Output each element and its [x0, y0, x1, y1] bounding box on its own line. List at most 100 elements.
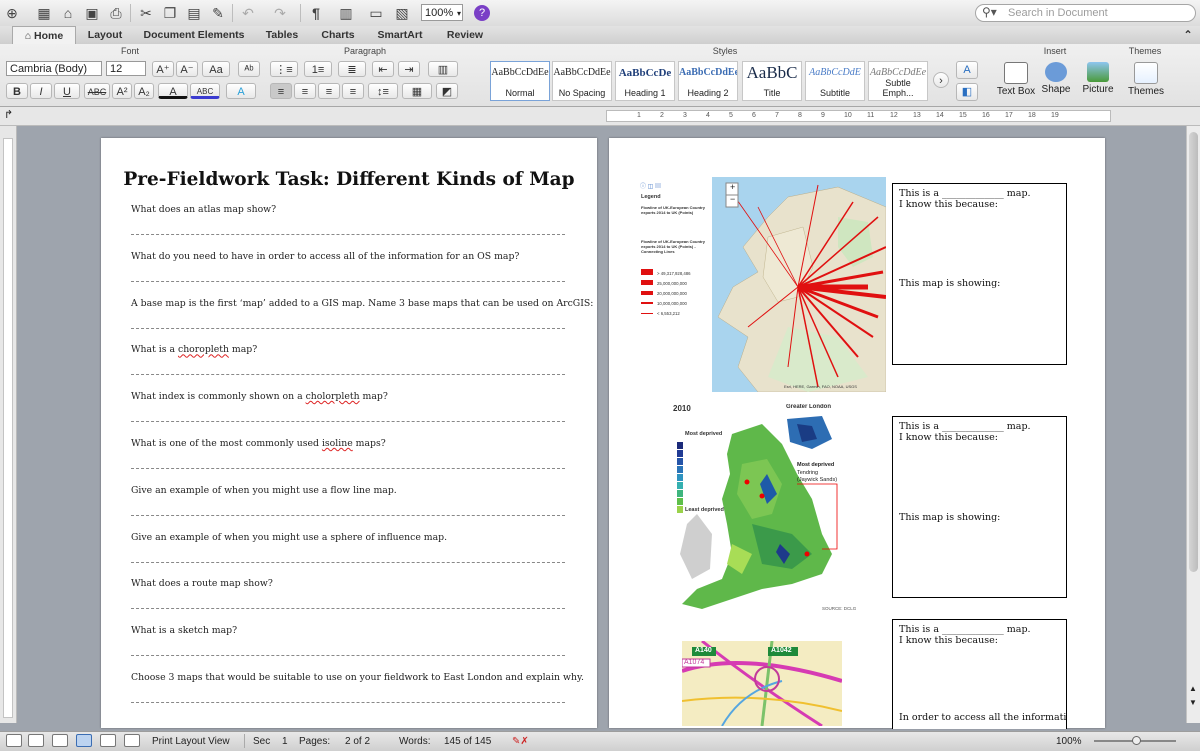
- grow-font-icon[interactable]: A⁺: [152, 61, 174, 77]
- toolbox-icon[interactable]: ▭: [366, 3, 386, 23]
- ribbon-collapse-icon[interactable]: ⌃: [1180, 26, 1196, 44]
- undo-icon[interactable]: ↶: [238, 3, 258, 23]
- superscript-button[interactable]: A²: [112, 83, 132, 99]
- answer-line[interactable]: [131, 561, 565, 563]
- vertical-ruler[interactable]: [3, 138, 13, 718]
- align-left-icon[interactable]: ≡: [270, 83, 292, 99]
- document-page-1[interactable]: Pre-Fieldwork Task: Different Kinds of M…: [101, 138, 597, 728]
- save-icon[interactable]: ▣: [82, 3, 102, 23]
- help-icon[interactable]: ?: [474, 5, 490, 21]
- misspelled-word[interactable]: cholorpleth: [306, 391, 360, 402]
- redo-icon[interactable]: ↷: [270, 3, 290, 23]
- shading-icon[interactable]: ◩: [436, 83, 458, 99]
- answer-line[interactable]: [131, 234, 565, 235]
- style-pane-icon[interactable]: A: [956, 61, 978, 79]
- scroll-up-icon[interactable]: ▲: [1189, 684, 1197, 693]
- cut-icon[interactable]: ✂: [136, 3, 156, 23]
- new-document-icon[interactable]: ⊕: [2, 3, 22, 23]
- vertical-scrollbar[interactable]: ▲ ▼: [1186, 126, 1200, 723]
- answer-line[interactable]: [131, 421, 565, 423]
- answer-line[interactable]: [131, 374, 565, 376]
- format-painter-icon[interactable]: ✎: [208, 3, 228, 23]
- strikethrough-button[interactable]: ABC: [84, 83, 110, 99]
- answer-line[interactable]: [131, 514, 565, 516]
- underline-button[interactable]: U: [54, 83, 80, 99]
- shrink-font-icon[interactable]: A⁻: [176, 61, 198, 77]
- styles-scroll-icon[interactable]: ›: [933, 72, 949, 88]
- columns-icon[interactable]: ▥: [428, 61, 458, 77]
- style-subtitle[interactable]: AaBbCcDdE Subtitle: [805, 61, 865, 101]
- search-input[interactable]: ⚲▾ Search in Document: [975, 4, 1196, 22]
- misspelled-word[interactable]: isoline: [322, 438, 353, 449]
- insert-text-box-button[interactable]: Text Box: [994, 62, 1038, 102]
- print-layout-view-icon[interactable]: [76, 734, 92, 747]
- answer-line[interactable]: [131, 468, 565, 469]
- borders-icon[interactable]: ▦: [402, 83, 432, 99]
- bold-button[interactable]: B: [6, 83, 28, 99]
- paste-icon[interactable]: ▤: [184, 3, 204, 23]
- style-normal[interactable]: AaBbCcDdEe Normal: [490, 61, 550, 101]
- misspelled-word[interactable]: choropleth: [178, 344, 229, 355]
- outline-view-icon[interactable]: [28, 734, 44, 747]
- sidebar-icon[interactable]: ▥: [336, 3, 356, 23]
- full-screen-view-icon[interactable]: [124, 734, 140, 747]
- bullets-icon[interactable]: ⋮≡: [270, 61, 298, 77]
- italic-button[interactable]: I: [30, 83, 52, 99]
- document-page-2[interactable]: + − ⓘ ◫ ▤ Legend Flowline of UK-European…: [609, 138, 1105, 729]
- highlight-icon[interactable]: ABC: [190, 83, 220, 99]
- insert-shape-button[interactable]: Shape: [1034, 62, 1078, 102]
- answer-line[interactable]: [131, 655, 565, 657]
- tab-layout[interactable]: Layout: [80, 26, 130, 44]
- align-right-icon[interactable]: ≡: [318, 83, 340, 99]
- answer-line[interactable]: [131, 327, 565, 329]
- tab-charts[interactable]: Charts: [314, 26, 362, 44]
- tab-review[interactable]: Review: [438, 26, 492, 44]
- tab-tables[interactable]: Tables: [258, 26, 306, 44]
- publishing-view-icon[interactable]: [52, 734, 68, 747]
- answer-line[interactable]: [131, 608, 565, 610]
- tab-document-elements[interactable]: Document Elements: [138, 26, 250, 44]
- style-heading-1[interactable]: AaBbCcDe Heading 1: [615, 61, 675, 101]
- notebook-view-icon[interactable]: [100, 734, 116, 747]
- subscript-button[interactable]: A₂: [134, 83, 154, 99]
- open-folder-icon[interactable]: ⌂: [58, 3, 78, 23]
- horizontal-ruler[interactable]: 1 2 3 4 5 6 7 8 9 10 11 12 13 14 15 16 17 18 19: [606, 110, 1111, 122]
- manage-styles-icon[interactable]: ◧: [956, 83, 978, 101]
- zoom-slider-thumb[interactable]: [1132, 736, 1141, 745]
- style-subtle-emphasis[interactable]: AaBbCcDdEe Subtle Emph...: [868, 61, 928, 101]
- answer-box-3[interactable]: This is a _____________ map. I know this…: [892, 619, 1067, 729]
- style-no-spacing[interactable]: AaBbCcDdEe No Spacing: [552, 61, 612, 101]
- answer-box-1[interactable]: This is a _____________ map. I know this…: [892, 183, 1067, 365]
- align-center-icon[interactable]: ≡: [294, 83, 316, 99]
- tab-home[interactable]: ⌂ Home: [12, 26, 76, 45]
- font-color-icon[interactable]: A: [158, 83, 188, 99]
- insert-picture-button[interactable]: Picture: [1076, 62, 1120, 102]
- scroll-down-icon[interactable]: ▼: [1189, 698, 1197, 707]
- copy-icon[interactable]: ❐: [160, 3, 180, 23]
- font-name-select[interactable]: Cambria (Body): [6, 61, 102, 76]
- decrease-indent-icon[interactable]: ⇤: [372, 61, 394, 77]
- scrollbar-thumb[interactable]: [1189, 132, 1198, 572]
- tab-stop-selector-icon[interactable]: ↱: [4, 108, 13, 121]
- zoom-slider[interactable]: [1094, 736, 1176, 745]
- numbering-icon[interactable]: 1≡: [304, 61, 332, 77]
- style-heading-2[interactable]: AaBbCcDdEe Heading 2: [678, 61, 738, 101]
- draft-view-icon[interactable]: [6, 734, 22, 747]
- spelling-check-icon[interactable]: ✎✗: [512, 736, 529, 747]
- clear-formatting-icon[interactable]: ᴬᵇ: [238, 61, 260, 77]
- increase-indent-icon[interactable]: ⇥: [398, 61, 420, 77]
- themes-button[interactable]: Themes: [1124, 62, 1168, 102]
- media-browser-icon[interactable]: ▧: [392, 3, 412, 23]
- gallery-icon[interactable]: ▦: [34, 3, 54, 23]
- answer-line[interactable]: [131, 702, 565, 703]
- change-case-icon[interactable]: Aa: [202, 61, 230, 77]
- tab-smartart[interactable]: SmartArt: [370, 26, 430, 44]
- print-icon[interactable]: ⎙: [106, 3, 126, 23]
- answer-box-2[interactable]: This is a _____________ map. I know this…: [892, 416, 1067, 598]
- answer-line[interactable]: [131, 280, 565, 282]
- font-size-select[interactable]: 12: [106, 61, 146, 76]
- justify-icon[interactable]: ≡: [342, 83, 364, 99]
- show-formatting-icon[interactable]: ¶: [306, 3, 326, 23]
- style-title[interactable]: AaBbC Title: [742, 61, 802, 101]
- zoom-select[interactable]: 100% ▾: [421, 4, 463, 21]
